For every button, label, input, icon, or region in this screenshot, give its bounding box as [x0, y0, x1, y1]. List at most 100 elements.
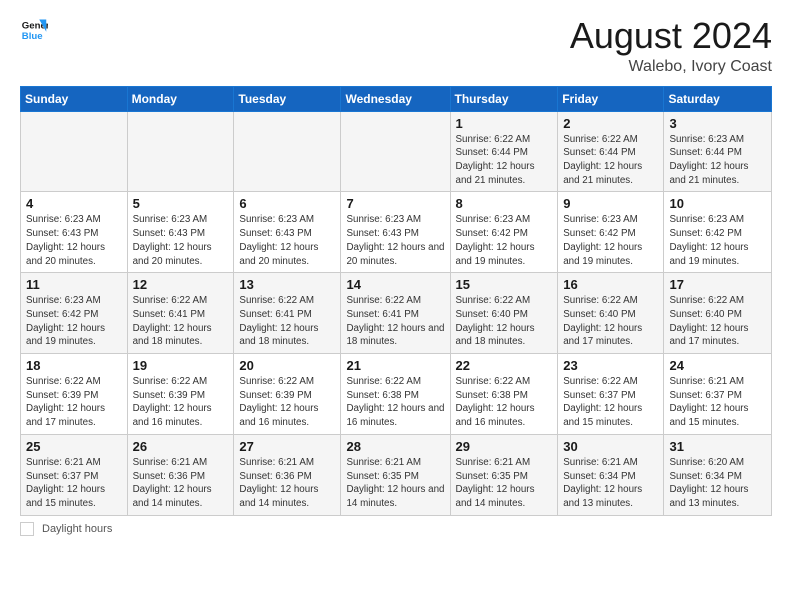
page: General Blue August 2024 Walebo, Ivory C…: [0, 0, 792, 546]
day-number: 18: [26, 358, 122, 373]
day-number: 22: [456, 358, 553, 373]
calendar-cell: 8 Sunrise: 6:23 AM Sunset: 6:42 PM Daylig…: [450, 192, 558, 273]
calendar-cell: 3Sunrise: 6:23 AM Sunset: 6:44 PM Daylig…: [664, 111, 772, 192]
day-info: Sunrise: 6:21 AM Sunset: 6:36 PM Dayligh…: [239, 456, 335, 511]
day-info: Sunrise: 6:21 AM Sunset: 6:35 PM Dayligh…: [456, 456, 553, 511]
calendar-cell: 4Sunrise: 6:23 AM Sunset: 6:43 PM Daylig…: [21, 192, 128, 273]
calendar-cell: 2Sunrise: 6:22 AM Sunset: 6:44 PM Daylig…: [558, 111, 664, 192]
calendar-cell: 30Sunrise: 6:21 AM Sunset: 6:34 PM Dayli…: [558, 434, 664, 515]
calendar-cell: 1Sunrise: 6:22 AM Sunset: 6:44 PM Daylig…: [450, 111, 558, 192]
day-info: Sunrise: 6:23 AM Sunset: 6:44 PM Dayligh…: [669, 133, 766, 188]
day-info: Sunrise: 6:23 AM Sunset: 6:43 PM Dayligh…: [346, 213, 444, 268]
day-info: Sunrise: 6:23 AM Sunset: 6:42 PM Dayligh…: [563, 213, 658, 268]
calendar-cell: 29 Sunrise: 6:21 AM Sunset: 6:35 PM Dayli…: [450, 434, 558, 515]
calendar-cell: 19 Sunrise: 6:22 AM Sunset: 6:39 PM Dayli…: [127, 354, 234, 435]
day-info: Sunrise: 6:22 AM Sunset: 6:41 PM Dayligh…: [239, 294, 335, 349]
day-header-row: SundayMondayTuesdayWednesdayThursdayFrid…: [21, 86, 772, 111]
day-number: 14: [346, 277, 444, 292]
day-number: 2: [563, 116, 658, 131]
day-number: 19: [133, 358, 229, 373]
day-number: 21: [346, 358, 444, 373]
calendar-cell: 10 Sunrise: 6:23 AM Sunset: 6:42 PM Dayli…: [664, 192, 772, 273]
day-info: Sunrise: 6:21 AM Sunset: 6:36 PM Dayligh…: [133, 456, 229, 511]
calendar-body: 1Sunrise: 6:22 AM Sunset: 6:44 PM Daylig…: [21, 111, 772, 515]
header: General Blue August 2024 Walebo, Ivory C…: [20, 16, 772, 76]
calendar-cell: 6Sunrise: 6:23 AM Sunset: 6:43 PM Daylig…: [234, 192, 341, 273]
calendar-cell: 11 Sunrise: 6:23 AM Sunset: 6:42 PM Dayli…: [21, 273, 128, 354]
calendar-cell: [21, 111, 128, 192]
day-number: 15: [456, 277, 553, 292]
week-row-4: 18 Sunrise: 6:22 AM Sunset: 6:39 PM Dayli…: [21, 354, 772, 435]
calendar-cell: 5 Sunrise: 6:23 AM Sunset: 6:43 PM Daylig…: [127, 192, 234, 273]
calendar-cell: 21 Sunrise: 6:22 AM Sunset: 6:38 PM Dayli…: [341, 354, 450, 435]
subtitle: Walebo, Ivory Coast: [570, 58, 772, 76]
day-number: 16: [563, 277, 658, 292]
week-row-3: 11 Sunrise: 6:23 AM Sunset: 6:42 PM Dayli…: [21, 273, 772, 354]
logo: General Blue: [20, 16, 48, 44]
day-info: Sunrise: 6:22 AM Sunset: 6:39 PM Dayligh…: [239, 375, 335, 430]
calendar-cell: 9 Sunrise: 6:23 AM Sunset: 6:42 PM Daylig…: [558, 192, 664, 273]
day-header-thursday: Thursday: [450, 86, 558, 111]
week-row-2: 4 Sunrise: 6:23 AM Sunset: 6:43 PM Daylig…: [21, 192, 772, 273]
calendar-cell: 14Sunrise: 6:22 AM Sunset: 6:41 PM Dayli…: [341, 273, 450, 354]
day-number: 25: [26, 439, 122, 454]
day-info: Sunrise: 6:22 AM Sunset: 6:40 PM Dayligh…: [669, 294, 766, 349]
day-number: 23: [563, 358, 658, 373]
day-info: Sunrise: 6:23 AM Sunset: 6:42 PM Dayligh…: [26, 294, 122, 349]
calendar-cell: 22 Sunrise: 6:22 AM Sunset: 6:38 PM Dayli…: [450, 354, 558, 435]
main-title: August 2024: [570, 16, 772, 56]
day-info: Sunrise: 6:22 AM Sunset: 6:39 PM Dayligh…: [133, 375, 229, 430]
day-info: Sunrise: 6:22 AM Sunset: 6:40 PM Dayligh…: [456, 294, 553, 349]
title-block: August 2024 Walebo, Ivory Coast: [570, 16, 772, 76]
day-number: 8: [456, 196, 553, 211]
calendar-cell: 24Sunrise: 6:21 AM Sunset: 6:37 PM Dayli…: [664, 354, 772, 435]
calendar-header: SundayMondayTuesdayWednesdayThursdayFrid…: [21, 86, 772, 111]
day-info: Sunrise: 6:22 AM Sunset: 6:37 PM Dayligh…: [563, 375, 658, 430]
day-number: 11: [26, 277, 122, 292]
calendar-cell: 25 Sunrise: 6:21 AM Sunset: 6:37 PM Dayli…: [21, 434, 128, 515]
calendar-cell: 28 Sunrise: 6:21 AM Sunset: 6:35 PM Dayli…: [341, 434, 450, 515]
day-info: Sunrise: 6:21 AM Sunset: 6:35 PM Dayligh…: [346, 456, 444, 511]
day-info: Sunrise: 6:22 AM Sunset: 6:41 PM Dayligh…: [133, 294, 229, 349]
day-number: 26: [133, 439, 229, 454]
day-info: Sunrise: 6:23 AM Sunset: 6:43 PM Dayligh…: [239, 213, 335, 268]
calendar-cell: 20 Sunrise: 6:22 AM Sunset: 6:39 PM Dayli…: [234, 354, 341, 435]
footer-label: Daylight hours: [42, 523, 112, 535]
day-info: Sunrise: 6:21 AM Sunset: 6:37 PM Dayligh…: [26, 456, 122, 511]
day-number: 5: [133, 196, 229, 211]
day-info: Sunrise: 6:22 AM Sunset: 6:38 PM Dayligh…: [346, 375, 444, 430]
day-number: 27: [239, 439, 335, 454]
calendar-cell: 16 Sunrise: 6:22 AM Sunset: 6:40 PM Dayli…: [558, 273, 664, 354]
day-number: 10: [669, 196, 766, 211]
day-info: Sunrise: 6:23 AM Sunset: 6:42 PM Dayligh…: [456, 213, 553, 268]
day-number: 30: [563, 439, 658, 454]
day-info: Sunrise: 6:22 AM Sunset: 6:38 PM Dayligh…: [456, 375, 553, 430]
calendar-table: SundayMondayTuesdayWednesdayThursdayFrid…: [20, 86, 772, 516]
week-row-5: 25 Sunrise: 6:21 AM Sunset: 6:37 PM Dayli…: [21, 434, 772, 515]
footer: Daylight hours: [20, 522, 772, 536]
day-info: Sunrise: 6:23 AM Sunset: 6:42 PM Dayligh…: [669, 213, 766, 268]
day-number: 4: [26, 196, 122, 211]
svg-text:Blue: Blue: [22, 31, 43, 42]
day-info: Sunrise: 6:23 AM Sunset: 6:43 PM Dayligh…: [133, 213, 229, 268]
calendar-cell: 18 Sunrise: 6:22 AM Sunset: 6:39 PM Dayli…: [21, 354, 128, 435]
day-number: 9: [563, 196, 658, 211]
day-info: Sunrise: 6:22 AM Sunset: 6:39 PM Dayligh…: [26, 375, 122, 430]
day-header-wednesday: Wednesday: [341, 86, 450, 111]
footer-box: [20, 522, 34, 536]
day-info: Sunrise: 6:22 AM Sunset: 6:40 PM Dayligh…: [563, 294, 658, 349]
day-number: 31: [669, 439, 766, 454]
day-number: 28: [346, 439, 444, 454]
calendar-cell: 7Sunrise: 6:23 AM Sunset: 6:43 PM Daylig…: [341, 192, 450, 273]
calendar-cell: 15 Sunrise: 6:22 AM Sunset: 6:40 PM Dayli…: [450, 273, 558, 354]
calendar-cell: [127, 111, 234, 192]
calendar-cell: 23 Sunrise: 6:22 AM Sunset: 6:37 PM Dayli…: [558, 354, 664, 435]
calendar-cell: 27 Sunrise: 6:21 AM Sunset: 6:36 PM Dayli…: [234, 434, 341, 515]
calendar-cell: [341, 111, 450, 192]
day-header-saturday: Saturday: [664, 86, 772, 111]
calendar-cell: 31Sunrise: 6:20 AM Sunset: 6:34 PM Dayli…: [664, 434, 772, 515]
day-number: 29: [456, 439, 553, 454]
day-number: 20: [239, 358, 335, 373]
day-number: 13: [239, 277, 335, 292]
calendar-cell: 26 Sunrise: 6:21 AM Sunset: 6:36 PM Dayli…: [127, 434, 234, 515]
